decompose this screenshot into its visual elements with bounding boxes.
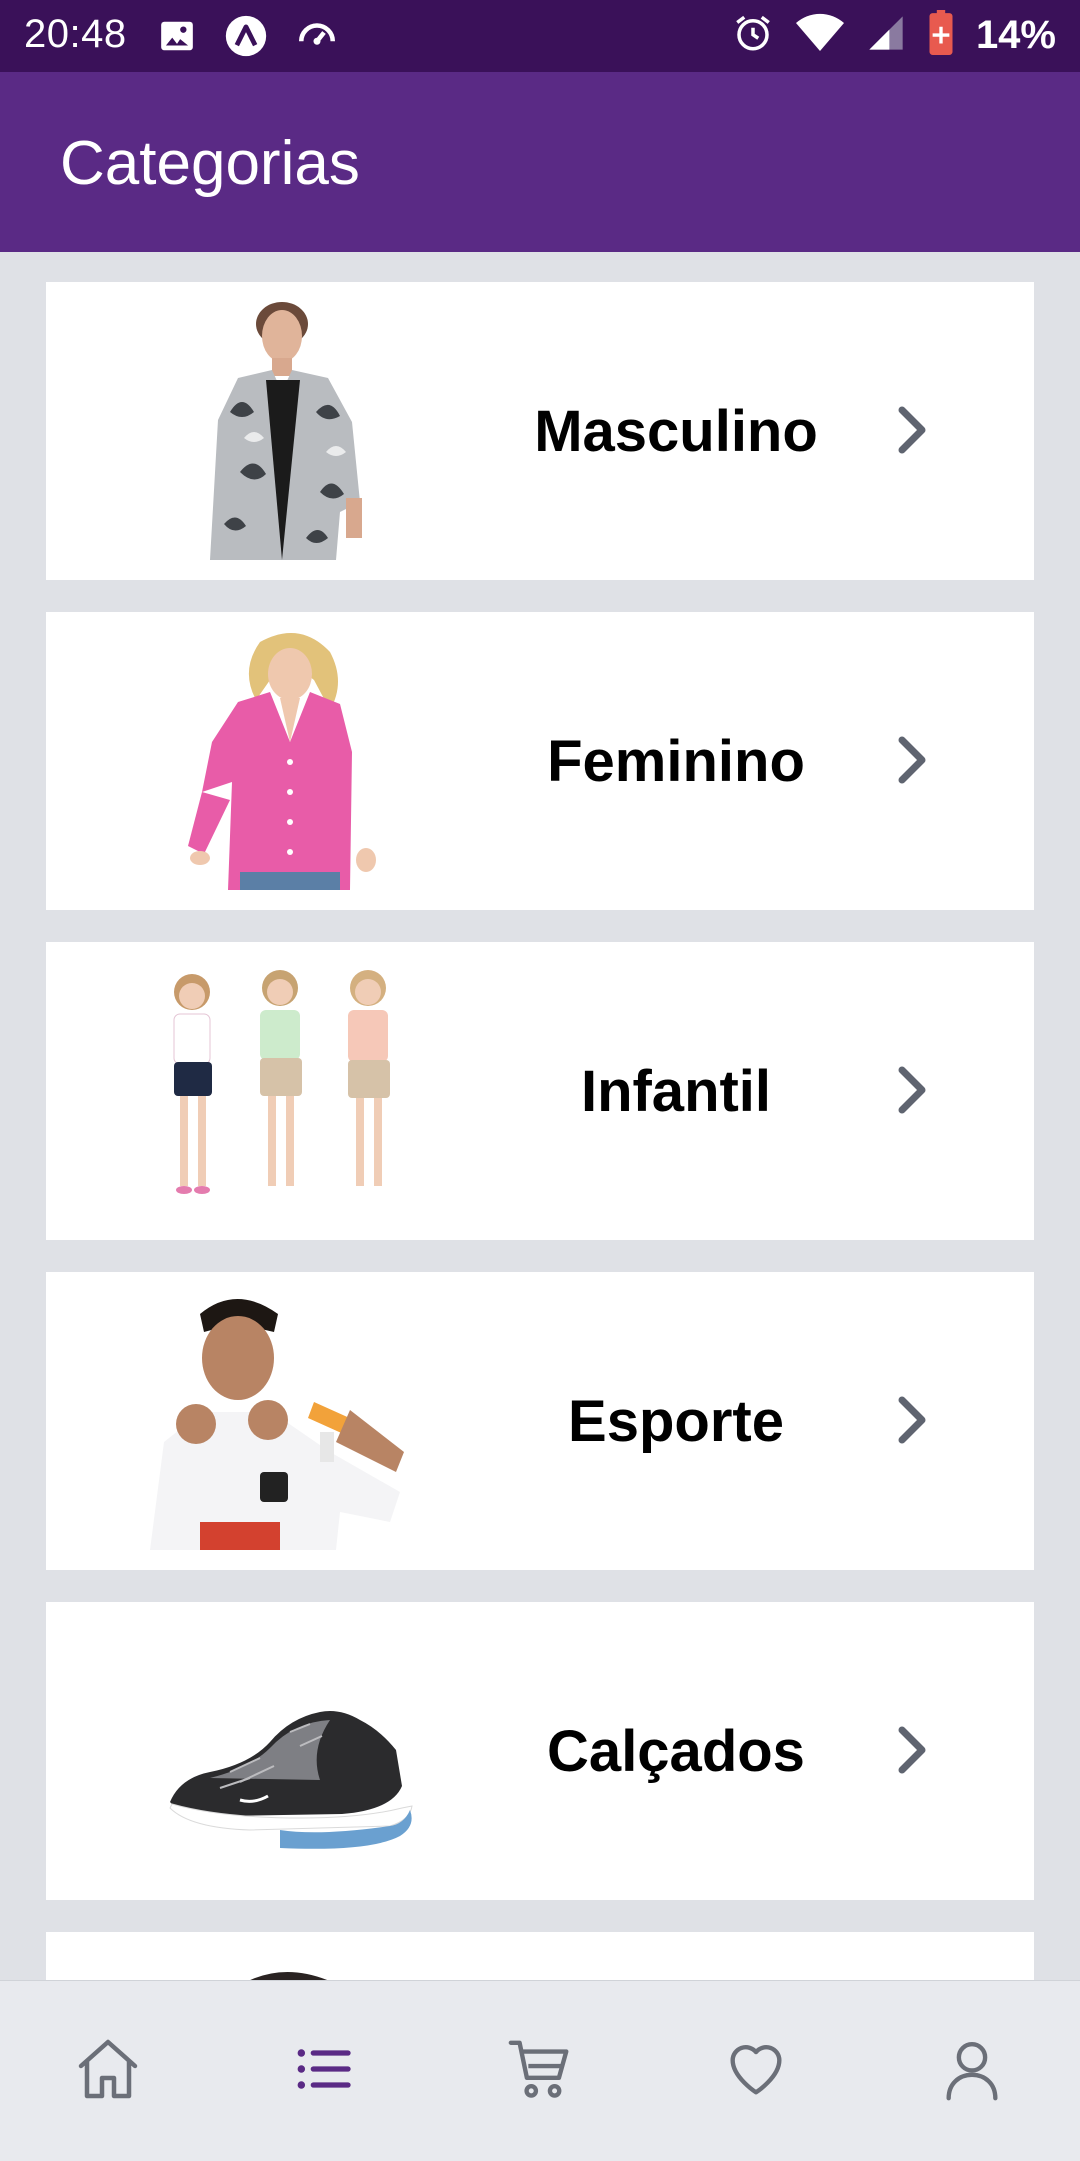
page-title: Categorias [60, 129, 360, 198]
category-card-infantil[interactable]: Infantil [46, 942, 1034, 1240]
status-left-icons [158, 14, 338, 63]
app-logo-icon [224, 14, 268, 63]
app-bar: Categorias [0, 72, 1080, 252]
nav-profile[interactable] [922, 2021, 1022, 2121]
sneaker-photo [140, 1622, 420, 1880]
category-label: Calçados [547, 1719, 805, 1784]
heart-icon [721, 2034, 791, 2109]
status-bar: 20:48 14% [0, 0, 1080, 72]
category-label: Infantil [580, 1059, 772, 1124]
status-time: 20:48 [24, 12, 127, 56]
user-icon [937, 2034, 1007, 2109]
category-list[interactable]: Masculino Feminino Infantil Esporte Calç… [0, 252, 1080, 1980]
speedometer-icon [296, 15, 338, 62]
image-icon [158, 17, 196, 60]
cart-icon [505, 2034, 575, 2109]
wifi-icon [795, 13, 844, 58]
football-player-photo [140, 1292, 420, 1550]
nav-cart[interactable] [490, 2021, 590, 2121]
battery-icon [928, 10, 954, 61]
chevron-right-icon [882, 400, 942, 460]
nav-favorites[interactable] [706, 2021, 806, 2121]
nav-categories[interactable] [274, 2021, 374, 2121]
chevron-right-icon [882, 730, 942, 790]
women-blouse-photo [140, 632, 420, 890]
kids-outfits-photo [140, 962, 420, 1220]
category-card-partial[interactable] [46, 1932, 1034, 1980]
category-card-calcados[interactable]: Calçados [46, 1602, 1034, 1900]
category-card-esporte[interactable]: Esporte [46, 1272, 1034, 1570]
signal-icon [866, 13, 906, 58]
partial-item-photo [140, 1952, 420, 1980]
nav-home[interactable] [58, 2021, 158, 2121]
alarm-icon [732, 12, 774, 59]
status-right-icons: 14% [732, 10, 1056, 61]
category-label: Esporte [568, 1389, 784, 1454]
list-icon [292, 2037, 356, 2106]
chevron-right-icon [882, 1720, 942, 1780]
home-icon [72, 2033, 144, 2110]
category-card-feminino[interactable]: Feminino [46, 612, 1034, 910]
category-card-masculino[interactable]: Masculino [46, 282, 1034, 580]
category-label: Feminino [547, 729, 805, 794]
chevron-right-icon [882, 1060, 942, 1120]
category-label: Masculino [534, 399, 818, 464]
battery-percent: 14% [975, 13, 1056, 57]
bottom-navigation [0, 1980, 1080, 2161]
men-shirt-photo [140, 302, 420, 560]
chevron-right-icon [882, 1390, 942, 1450]
